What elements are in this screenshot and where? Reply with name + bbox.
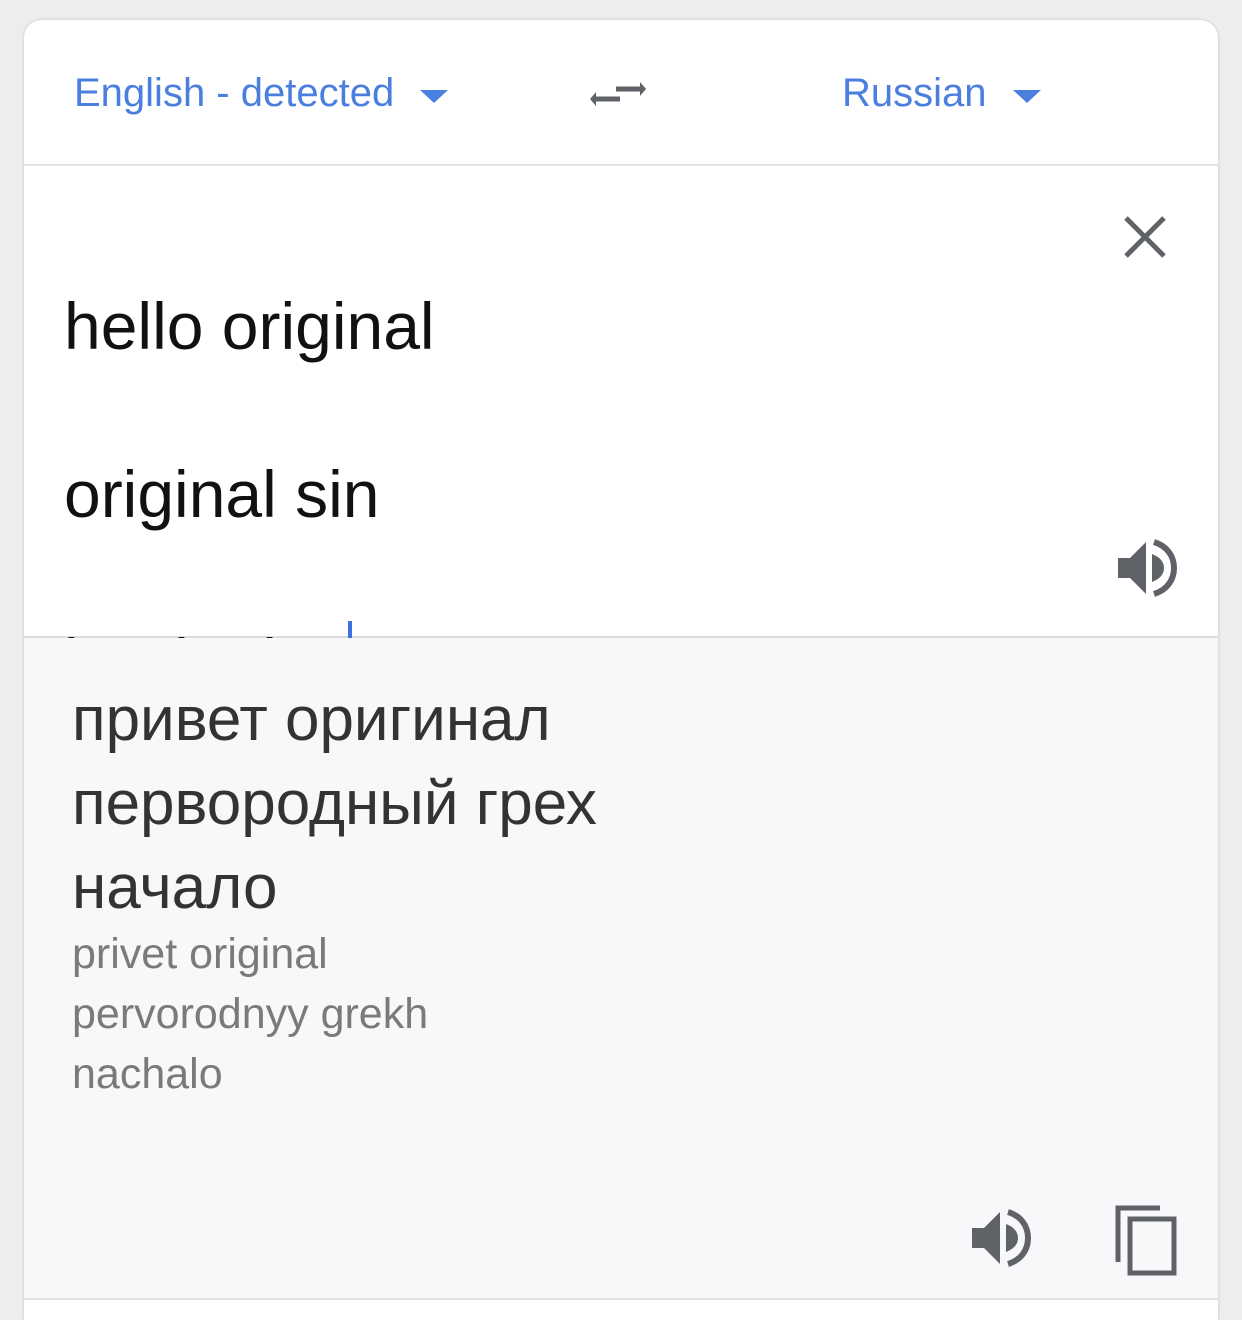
listen-source-button[interactable]: [1114, 536, 1178, 600]
speaker-icon: [972, 1209, 1032, 1267]
swap-arrows-icon: [590, 82, 646, 106]
copy-translation-button[interactable]: [1110, 1202, 1180, 1278]
speaker-icon: [1118, 539, 1178, 597]
transliteration-line: nachalo: [72, 1050, 223, 1098]
source-language-selector[interactable]: English - detected: [74, 68, 449, 118]
transliteration-line: pervorodnyy grekh: [72, 990, 429, 1038]
swap-languages-button[interactable]: [586, 66, 650, 122]
translation-line: привет оригинал: [72, 685, 551, 754]
listen-translation-button[interactable]: [968, 1206, 1032, 1270]
clear-input-button[interactable]: [1120, 212, 1170, 262]
target-dropdown-caret-icon: [1012, 89, 1041, 103]
translation-line: первородный грех: [72, 769, 597, 838]
target-language-selector[interactable]: Russian: [842, 68, 1041, 118]
source-line: hello original: [64, 289, 435, 363]
language-bar: English - detected Russian: [24, 20, 1218, 166]
source-dropdown-caret-icon: [420, 89, 449, 103]
translate-card: English - detected Russian hello origina…: [24, 20, 1218, 1320]
transliteration-line: privet original: [72, 930, 328, 978]
copy-icon: [1115, 1205, 1177, 1276]
translation-output-area: привет оригинал первородный грех начало …: [24, 638, 1218, 1300]
source-line: original sin: [64, 457, 380, 531]
translation-text: привет оригинал первородный грех начало: [72, 678, 1072, 930]
translation-line: начало: [72, 853, 278, 922]
source-input-area[interactable]: hello original original sin beginning: [24, 166, 1218, 699]
transliteration-text: privet original pervorodnyy grekh nachal…: [72, 924, 1072, 1104]
source-language-label: English - detected: [74, 70, 395, 115]
target-language-label: Russian: [842, 70, 987, 115]
close-icon: [1124, 216, 1166, 258]
